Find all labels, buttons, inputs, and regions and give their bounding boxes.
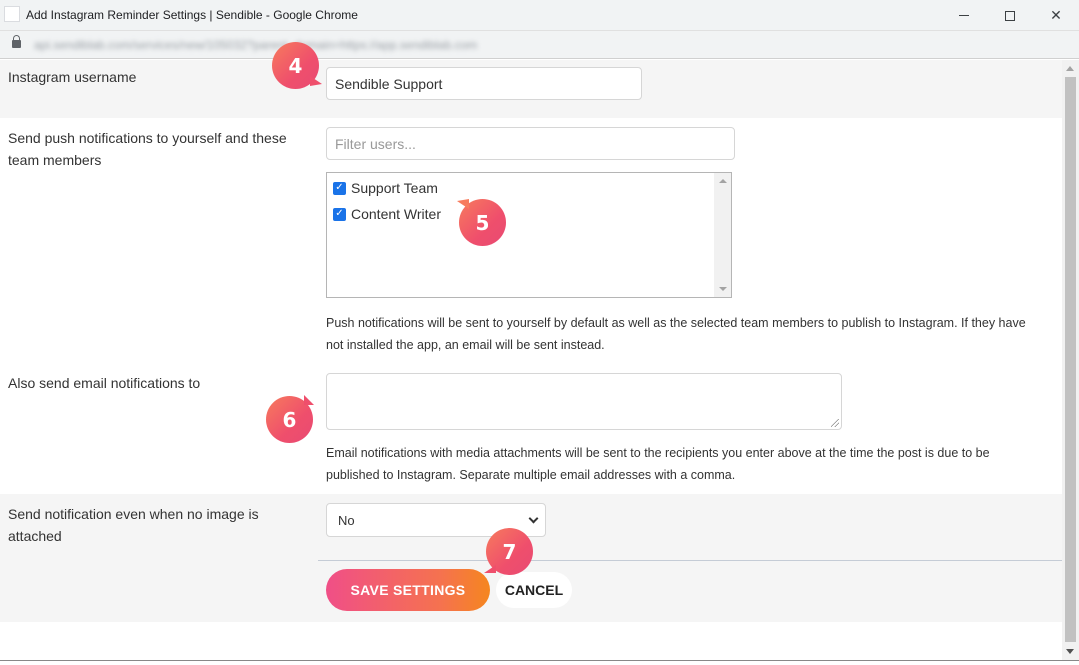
scroll-up-arrow-icon[interactable] [1066,66,1074,71]
no-image-label: Send notification even when no image is … [8,506,259,544]
cancel-button[interactable]: CANCEL [496,572,572,608]
browser-title-bar: Add Instagram Reminder Settings | Sendib… [0,0,1079,31]
member-name: Content Writer [351,206,441,222]
filter-users-input[interactable]: Filter users... [326,127,735,160]
resize-handle-icon[interactable] [831,419,839,427]
callout-pointer [457,199,469,209]
callout-pointer [484,565,496,573]
list-scrollbar[interactable] [714,173,731,297]
list-item[interactable]: ✓ Support Team [333,180,438,196]
scroll-down-arrow-icon[interactable] [719,287,727,291]
scroll-down-arrow-icon[interactable] [1066,649,1074,654]
checkbox-content-writer[interactable]: ✓ [333,207,346,221]
scroll-thumb[interactable] [1065,77,1076,642]
save-settings-button[interactable]: SAVE SETTINGS [326,569,490,611]
callout-pointer [310,76,322,86]
team-members-list[interactable]: ✓ Support Team ✓ Content Writer [326,172,732,298]
window-bottom-edge [0,660,1079,665]
checkbox-support-team[interactable]: ✓ [333,181,346,195]
settings-form: Instagram username Sendible Support Send… [0,42,1062,660]
page-scrollbar[interactable] [1062,60,1079,660]
list-item[interactable]: ✓ Content Writer [333,206,441,222]
chevron-down-icon [528,513,539,524]
form-divider [318,560,1062,561]
lock-icon [12,35,21,48]
email-notifications-help: Email notifications with media attachmen… [326,446,990,482]
callout-pointer [304,395,314,405]
email-notifications-label: Also send email notifications to [8,375,201,391]
minimize-icon [959,15,969,16]
instagram-username-label: Instagram username [8,69,137,85]
select-value: No [338,512,355,528]
close-icon: ✕ [1050,7,1062,23]
instagram-username-input[interactable]: Sendible Support [326,67,642,100]
address-bar[interactable]: api.sendiblab.com/services/new/105032?pa… [0,31,1079,59]
scroll-up-arrow-icon[interactable] [719,179,727,183]
push-notifications-label: Send push notifications to yourself and … [8,130,287,168]
app-icon [4,6,20,22]
push-notifications-help: Push notifications will be sent to yours… [326,316,1026,352]
window-title: Add Instagram Reminder Settings | Sendib… [26,8,358,22]
close-button[interactable]: ✕ [1033,0,1079,31]
email-notifications-textarea[interactable] [326,373,842,430]
minimize-button[interactable] [941,0,987,31]
maximize-button[interactable] [987,0,1033,31]
url-text: api.sendiblab.com/services/new/105032?pa… [34,38,478,52]
maximize-icon [1005,10,1015,21]
member-name: Support Team [351,180,438,196]
